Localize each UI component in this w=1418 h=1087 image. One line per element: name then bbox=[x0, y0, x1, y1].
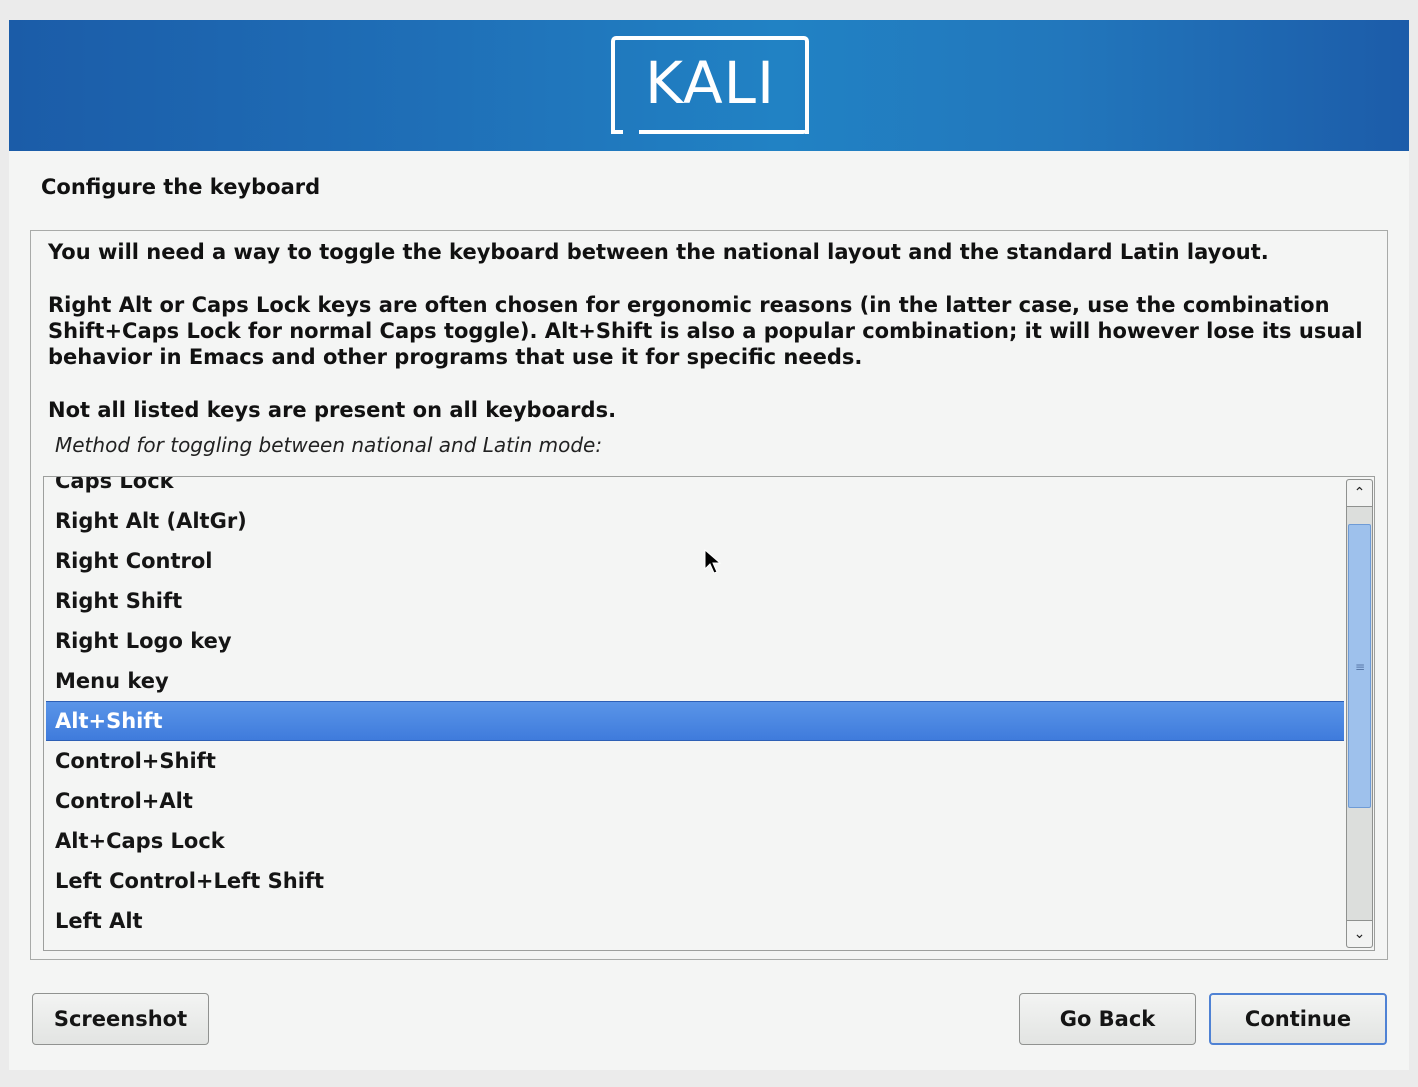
list-item[interactable]: Alt+Shift bbox=[46, 701, 1344, 741]
description-paragraph-2-line-1: Right Alt or Caps Lock keys are often ch… bbox=[48, 293, 1330, 317]
list-item[interactable]: Right Logo key bbox=[46, 621, 1344, 661]
list-item[interactable]: Control+Shift bbox=[46, 741, 1344, 781]
chevron-up-icon: ⌃ bbox=[1353, 485, 1366, 501]
scroll-up-button[interactable]: ⌃ bbox=[1347, 480, 1372, 507]
list-item[interactable]: Control+Alt bbox=[46, 781, 1344, 821]
list-item[interactable]: Menu key bbox=[46, 661, 1344, 701]
scroll-down-button[interactable]: ⌄ bbox=[1347, 920, 1372, 947]
option-list: Caps Lock Right Alt (AltGr) Right Control R… bbox=[44, 477, 1344, 950]
page-title: Configure the keyboard bbox=[41, 175, 321, 199]
list-item[interactable]: Alt+Caps Lock bbox=[46, 821, 1344, 861]
list-item[interactable]: Caps Lock bbox=[46, 477, 1344, 501]
description-paragraph-1: You will need a way to toggle the keyboa… bbox=[48, 240, 1269, 264]
list-item[interactable]: Left Control bbox=[46, 941, 1344, 950]
list-item[interactable]: Left Control+Left Shift bbox=[46, 861, 1344, 901]
continue-button[interactable]: Continue bbox=[1209, 993, 1387, 1045]
installer-window: KALI Configure the keyboard You will nee… bbox=[9, 20, 1409, 1070]
list-item[interactable]: Right Control bbox=[46, 541, 1344, 581]
list-item[interactable]: Right Alt (AltGr) bbox=[46, 501, 1344, 541]
go-back-button[interactable]: Go Back bbox=[1019, 993, 1196, 1045]
content-panel: You will need a way to toggle the keyboa… bbox=[30, 230, 1388, 960]
description-paragraph-3: Not all listed keys are present on all k… bbox=[48, 398, 617, 422]
description-paragraph-2-line-3: behavior in Emacs and other programs tha… bbox=[48, 345, 863, 369]
kali-banner: KALI bbox=[9, 20, 1409, 151]
question-label: Method for toggling between national and… bbox=[55, 433, 603, 457]
scroll-thumb[interactable]: ≡ bbox=[1348, 524, 1371, 808]
kali-logo-text: KALI bbox=[644, 49, 776, 117]
screenshot-button[interactable]: Screenshot bbox=[32, 993, 209, 1045]
vertical-scrollbar[interactable]: ⌃ ≡ ⌄ bbox=[1346, 479, 1373, 948]
grip-icon: ≡ bbox=[1355, 660, 1366, 674]
toggle-method-listbox[interactable]: Caps Lock Right Alt (AltGr) Right Control R… bbox=[43, 476, 1375, 951]
chevron-down-icon: ⌄ bbox=[1353, 926, 1366, 942]
list-item[interactable]: Left Alt bbox=[46, 901, 1344, 941]
mouse-pointer-icon bbox=[704, 549, 722, 574]
list-item[interactable]: Right Shift bbox=[46, 581, 1344, 621]
description-paragraph-2-line-2: Shift+Caps Lock for normal Caps toggle).… bbox=[48, 319, 1363, 343]
